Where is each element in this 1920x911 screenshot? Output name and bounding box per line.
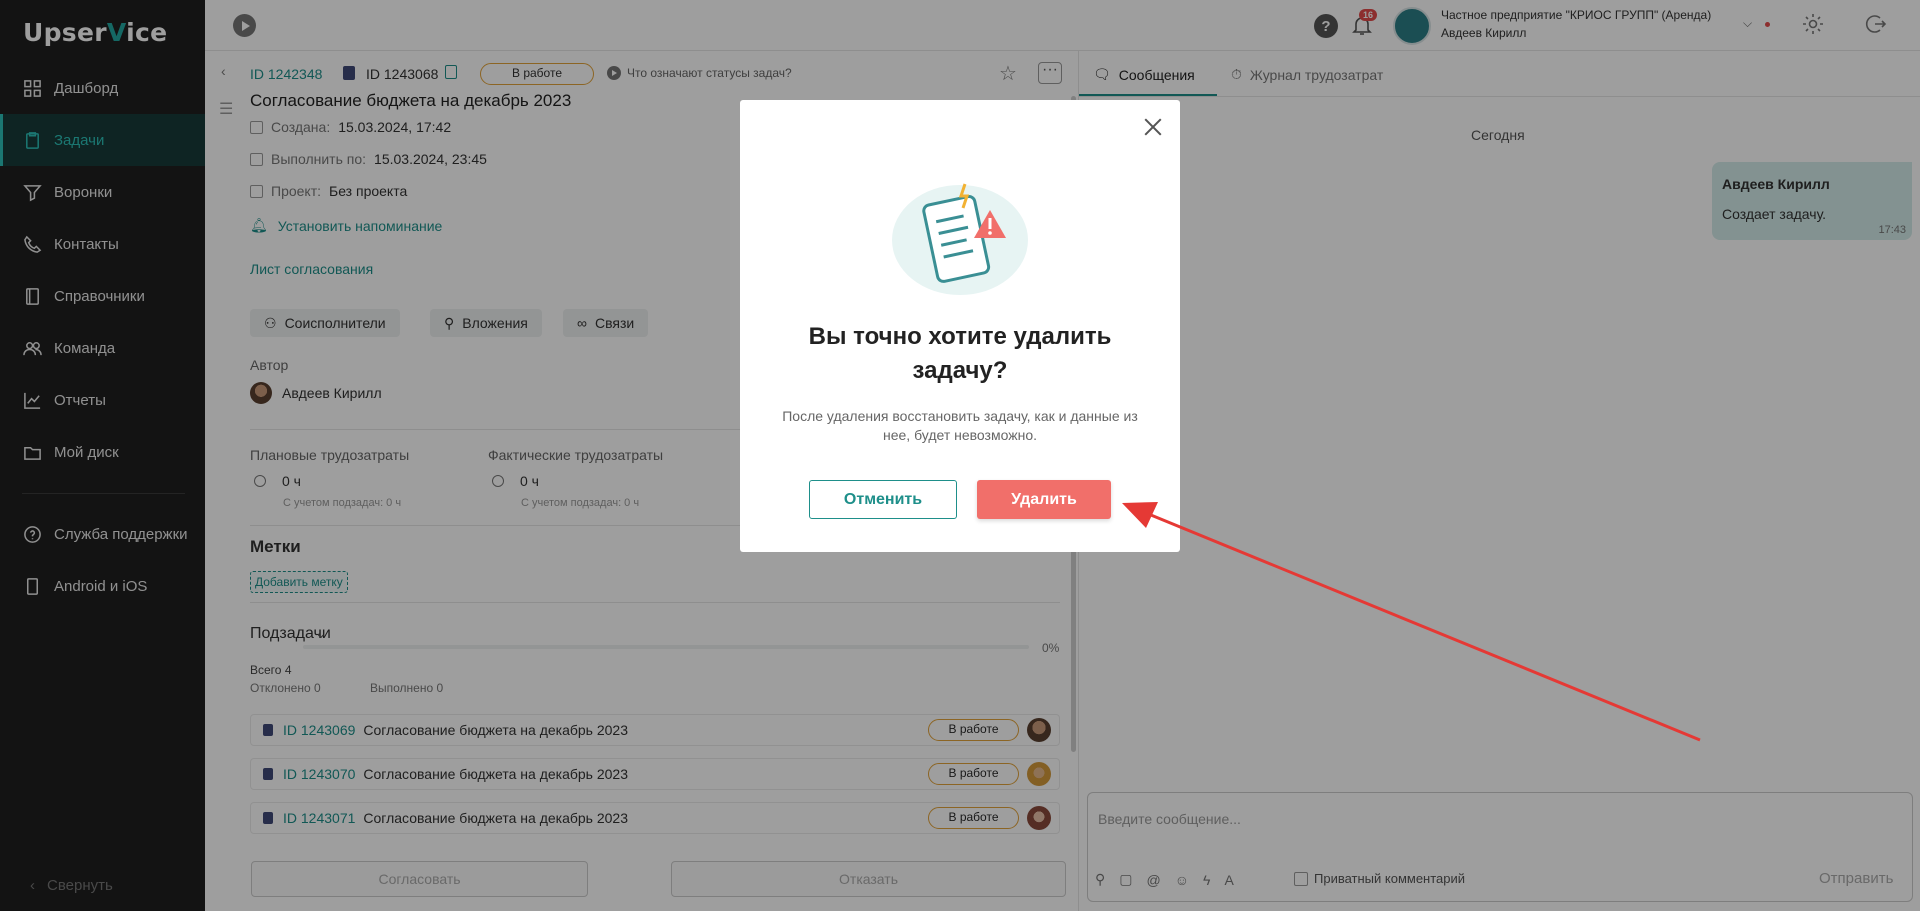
cancel-button[interactable]: Отменить <box>809 480 957 519</box>
dialog-message: После удаления восстановить задачу, как … <box>782 408 1138 443</box>
clipboard-warning-illustration <box>892 183 1028 295</box>
dialog-title: Вы точно хотите удалить задачу? <box>808 323 1112 384</box>
close-icon[interactable] <box>1140 114 1166 140</box>
delete-confirm-dialog: Вы точно хотите удалить задачу? После уд… <box>740 100 1180 552</box>
delete-button[interactable]: Удалить <box>977 480 1111 519</box>
